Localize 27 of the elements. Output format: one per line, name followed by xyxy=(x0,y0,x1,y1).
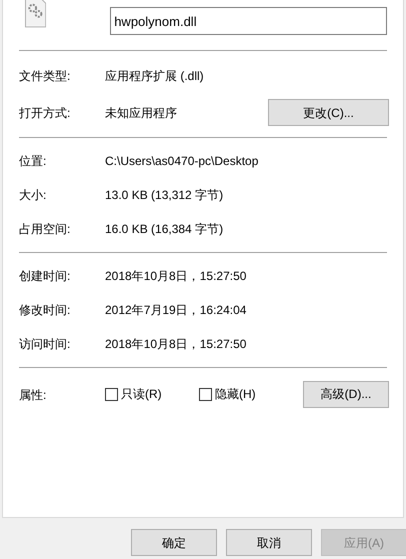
field-label: 打开方式: xyxy=(19,104,72,122)
dialog-button[interactable]: 确定 xyxy=(131,529,217,556)
field-label: 访问时间: xyxy=(19,336,72,353)
field-value: 2018年10月8日，15:27:50 xyxy=(105,336,248,353)
field-value: 13.0 KB (13,312 字节) xyxy=(105,187,224,204)
field-label: 修改时间: xyxy=(19,302,72,319)
checkbox[interactable] xyxy=(199,388,212,400)
checkbox-label: 隐藏(H) xyxy=(215,386,256,403)
field-label: 文件类型: xyxy=(19,68,72,84)
field-label: 位置: xyxy=(19,153,48,170)
field-label: 占用空间: xyxy=(19,221,72,238)
change-button[interactable]: 更改(C)... xyxy=(268,99,389,126)
field-value: 应用程序扩展 (.dll) xyxy=(105,68,205,84)
file-name-field[interactable]: hwpolynom.dll xyxy=(110,7,387,35)
gear-file-icon xyxy=(25,0,46,28)
field-label: 大小: xyxy=(19,187,48,204)
checkbox-label: 只读(R) xyxy=(121,386,162,403)
field-value: C:\Users\as0470-pc\Desktop xyxy=(105,153,260,170)
checkbox[interactable] xyxy=(105,388,118,400)
field-label: 创建时间: xyxy=(19,268,72,285)
field-value: 16.0 KB (16,384 字节) xyxy=(105,221,224,238)
dialog-button[interactable]: 取消 xyxy=(226,529,312,556)
field-value: 2012年7月19日，16:24:04 xyxy=(105,302,248,319)
field-value: 2018年10月8日，15:27:50 xyxy=(105,268,248,285)
field-label: 属性: xyxy=(19,387,48,404)
field-value: 未知应用程序 xyxy=(105,104,178,122)
advanced-button[interactable]: 高级(D)... xyxy=(303,380,389,408)
